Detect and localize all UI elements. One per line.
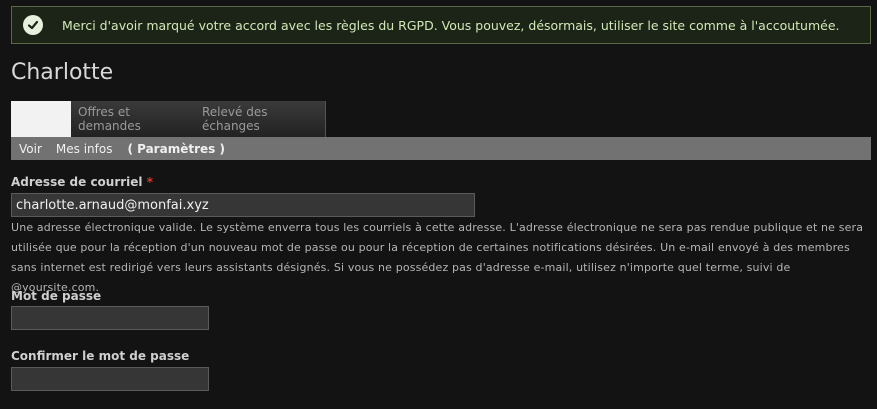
primary-tabs: Compte Offres et demandes Relevé des éch… [11,101,326,137]
tab-compte[interactable]: Compte [11,101,71,137]
email-label-text: Adresse de courriel [11,175,143,189]
password-label: Mot de passe [11,289,102,303]
tab-releve-des-echanges[interactable]: Relevé des échanges [195,101,326,137]
tab-offres-et-demandes[interactable]: Offres et demandes [71,101,195,137]
email-label: Adresse de courriel * [11,175,153,189]
subtab-mes-infos[interactable]: Mes infos [56,142,113,156]
secondary-tabs: Voir Mes infos ( Paramètres ) [11,137,871,160]
password-field[interactable] [11,306,209,330]
subtab-parametres[interactable]: ( Paramètres ) [127,142,225,156]
required-mark: * [146,175,154,189]
checkmark-icon [23,15,43,35]
status-message-text: Merci d'avoir marqué votre accord avec l… [62,17,840,33]
confirm-password-field[interactable] [11,367,209,391]
subtab-voir[interactable]: Voir [19,142,42,156]
page-title: Charlotte [11,60,114,85]
status-message: Merci d'avoir marqué votre accord avec l… [11,6,871,44]
confirm-password-label: Confirmer le mot de passe [11,349,190,363]
email-description: Une adresse électronique valide. Le syst… [11,221,864,294]
email-field[interactable] [11,193,475,217]
